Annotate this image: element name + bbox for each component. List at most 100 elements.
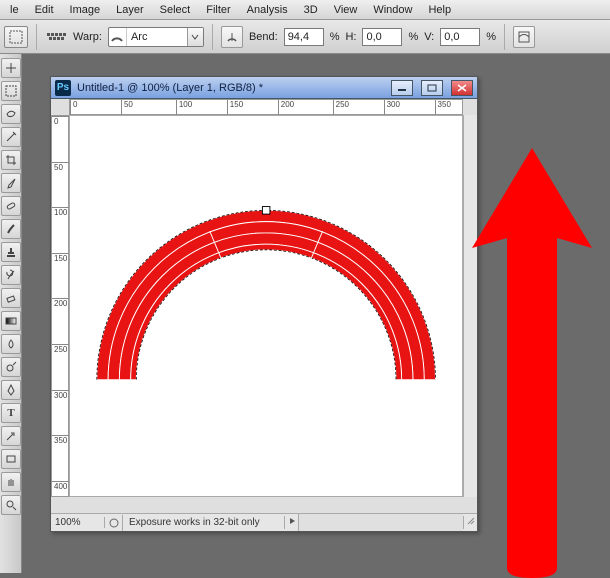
menu-3d[interactable]: 3D bbox=[296, 2, 326, 18]
crop-tool[interactable] bbox=[1, 150, 21, 170]
move-tool[interactable] bbox=[1, 58, 21, 78]
history-brush-tool[interactable] bbox=[1, 265, 21, 285]
minimize-button[interactable] bbox=[391, 80, 413, 96]
separator bbox=[212, 24, 213, 50]
annotation-arrow bbox=[462, 138, 602, 578]
chevron-down-icon bbox=[191, 33, 199, 41]
brush-icon bbox=[5, 223, 17, 235]
warp-shape-dropdown[interactable] bbox=[187, 28, 203, 46]
document-title: Untitled-1 @ 100% (Layer 1, RGB/8) * bbox=[77, 82, 383, 94]
hand-tool[interactable] bbox=[1, 472, 21, 492]
menu-select[interactable]: Select bbox=[152, 2, 199, 18]
stamp-tool[interactable] bbox=[1, 242, 21, 262]
warp-orientation-button[interactable] bbox=[221, 26, 243, 48]
h-pct: % bbox=[408, 31, 418, 43]
grip-icon bbox=[466, 516, 476, 526]
document-titlebar[interactable]: Ps Untitled-1 @ 100% (Layer 1, RGB/8) * bbox=[51, 77, 477, 99]
path-tool[interactable] bbox=[1, 426, 21, 446]
warp-shape-field[interactable] bbox=[127, 28, 187, 46]
marquee-icon bbox=[9, 30, 23, 44]
warp-label: Warp: bbox=[73, 31, 102, 43]
maximize-button[interactable] bbox=[421, 80, 443, 96]
eraser-icon bbox=[5, 292, 17, 304]
hand-icon bbox=[5, 476, 17, 488]
ruler-tick: 150 bbox=[52, 253, 70, 263]
arc-icon bbox=[109, 28, 127, 46]
close-icon bbox=[457, 84, 467, 92]
ruler-tick: 50 bbox=[121, 100, 133, 116]
v-pct: % bbox=[486, 31, 496, 43]
scrollbar-horizontal[interactable] bbox=[298, 514, 463, 531]
resize-grip[interactable] bbox=[463, 516, 477, 529]
menu-window[interactable]: Window bbox=[365, 2, 420, 18]
stamp-icon bbox=[5, 246, 17, 258]
orientation-icon bbox=[225, 30, 239, 44]
bandage-icon bbox=[5, 200, 17, 212]
ruler-tick: 100 bbox=[176, 100, 192, 116]
crop-icon bbox=[5, 154, 17, 166]
status-menu-button[interactable] bbox=[284, 516, 298, 529]
menu-file[interactable]: le bbox=[2, 2, 27, 18]
zoom-tool[interactable] bbox=[1, 495, 21, 515]
pen-tool[interactable] bbox=[1, 380, 21, 400]
h-input[interactable] bbox=[362, 28, 402, 46]
wand-tool[interactable] bbox=[1, 127, 21, 147]
rectangle-icon bbox=[5, 453, 17, 465]
warp-grid-icon[interactable] bbox=[45, 26, 67, 48]
pen-icon bbox=[5, 384, 17, 396]
menu-analysis[interactable]: Analysis bbox=[239, 2, 296, 18]
type-icon: T bbox=[7, 407, 14, 419]
menu-layer[interactable]: Layer bbox=[108, 2, 152, 18]
canvas[interactable]: .band{fill:#e81313;stroke:#fff;stroke-wi… bbox=[69, 115, 463, 497]
tool-preset-picker[interactable] bbox=[4, 26, 28, 48]
separator bbox=[36, 24, 37, 50]
ruler-tick: 250 bbox=[52, 344, 70, 354]
ruler-vertical[interactable]: 0 50 100 150 200 250 300 350 400 bbox=[51, 115, 69, 497]
close-button[interactable] bbox=[451, 80, 473, 96]
ruler-tick: 400 bbox=[52, 481, 70, 491]
lasso-tool[interactable] bbox=[1, 104, 21, 124]
arc-shape[interactable]: .band{fill:#e81313;stroke:#fff;stroke-wi… bbox=[78, 162, 454, 428]
warp-shape-combo[interactable] bbox=[108, 27, 204, 47]
dodge-icon bbox=[5, 361, 17, 373]
eyedropper-icon bbox=[5, 177, 17, 189]
info-icon bbox=[109, 518, 119, 528]
scrollbar-vertical[interactable] bbox=[463, 115, 477, 497]
menu-edit[interactable]: Edit bbox=[27, 2, 62, 18]
bend-input[interactable] bbox=[284, 28, 324, 46]
triangle-right-icon bbox=[288, 516, 296, 526]
minimize-icon bbox=[397, 84, 407, 92]
shape-tool[interactable] bbox=[1, 449, 21, 469]
healing-tool[interactable] bbox=[1, 196, 21, 216]
status-info-button[interactable] bbox=[105, 515, 123, 531]
ruler-tick: 200 bbox=[278, 100, 294, 116]
toggle-warp-button[interactable] bbox=[513, 26, 535, 48]
drop-icon bbox=[5, 338, 17, 350]
type-tool[interactable]: T bbox=[1, 403, 21, 423]
ruler-tick: 0 bbox=[70, 100, 77, 116]
menu-bar: le Edit Image Layer Select Filter Analys… bbox=[0, 0, 610, 20]
bend-label: Bend: bbox=[249, 31, 278, 43]
arrow-icon bbox=[5, 430, 17, 442]
ruler-horizontal[interactable]: 0 50 100 150 200 250 300 350 bbox=[69, 99, 463, 115]
ruler-tick: 150 bbox=[227, 100, 243, 116]
dodge-tool[interactable] bbox=[1, 357, 21, 377]
gradient-icon bbox=[5, 315, 17, 327]
eraser-tool[interactable] bbox=[1, 288, 21, 308]
menu-image[interactable]: Image bbox=[62, 2, 109, 18]
zoom-level[interactable]: 100% bbox=[51, 517, 105, 528]
ruler-tick: 350 bbox=[435, 100, 451, 116]
marquee-icon bbox=[5, 85, 17, 97]
ruler-tick: 350 bbox=[52, 435, 70, 445]
brush-tool[interactable] bbox=[1, 219, 21, 239]
menu-filter[interactable]: Filter bbox=[198, 2, 238, 18]
gradient-tool[interactable] bbox=[1, 311, 21, 331]
v-input[interactable] bbox=[440, 28, 480, 46]
marquee-tool[interactable] bbox=[1, 81, 21, 101]
tools-panel: T bbox=[0, 54, 22, 573]
document-body: 0 50 100 150 200 250 300 350 0 50 100 15… bbox=[51, 99, 477, 513]
menu-help[interactable]: Help bbox=[420, 2, 459, 18]
menu-view[interactable]: View bbox=[326, 2, 366, 18]
eyedropper-tool[interactable] bbox=[1, 173, 21, 193]
blur-tool[interactable] bbox=[1, 334, 21, 354]
